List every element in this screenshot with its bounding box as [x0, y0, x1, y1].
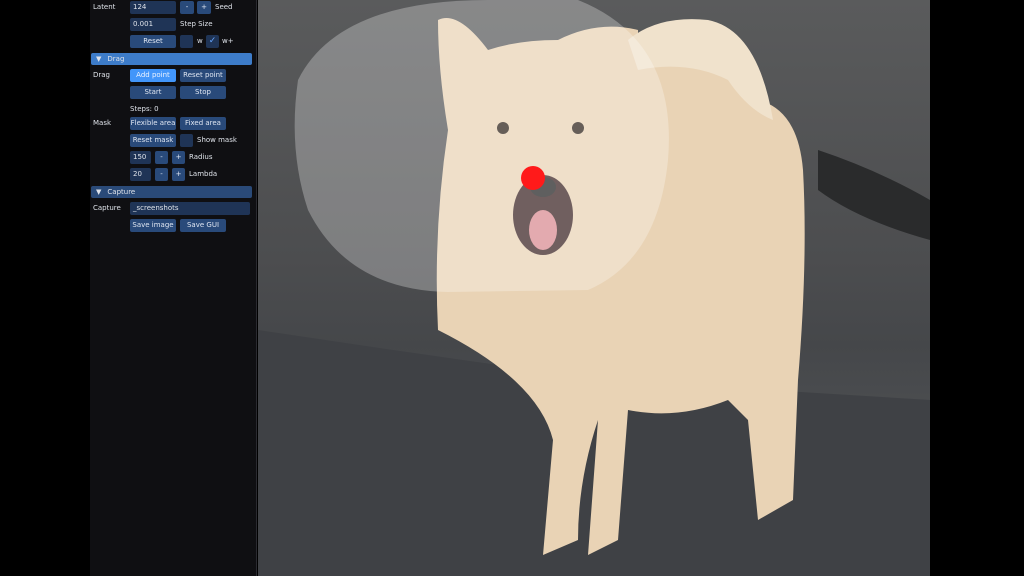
start-button[interactable]: Start [130, 86, 176, 99]
radius-label: Radius [189, 153, 213, 161]
reset-point-button[interactable]: Reset point [180, 69, 226, 82]
step-row: 0.001 Step Size [90, 18, 257, 32]
collapse-triangle-icon: ▼ [96, 55, 102, 63]
latent-label: Latent [93, 3, 116, 11]
w-label: w [197, 37, 203, 45]
start-stop-row: Start Stop [90, 86, 257, 100]
show-mask-checkbox[interactable] [180, 134, 193, 147]
steps-counter: Steps: 0 [130, 105, 159, 113]
lambda-plus-button[interactable]: + [172, 168, 185, 181]
mask-row: Mask Flexible area Fixed area [90, 117, 257, 131]
show-mask-label: Show mask [197, 136, 237, 144]
drag-row: Drag Add point Reset point [90, 69, 257, 83]
save-gui-button[interactable]: Save GUI [180, 219, 226, 232]
seed-input[interactable]: 124 [130, 1, 176, 14]
radius-row: 150 - + Radius [90, 151, 257, 165]
lambda-minus-button[interactable]: - [155, 168, 168, 181]
reset-button[interactable]: Reset [130, 35, 176, 48]
radius-plus-button[interactable]: + [172, 151, 185, 164]
flexible-area-button[interactable]: Flexible area [130, 117, 176, 130]
radius-minus-button[interactable]: - [155, 151, 168, 164]
capture-label: Capture [93, 204, 121, 212]
wplus-label: w+ [222, 37, 234, 45]
seed-minus-button[interactable]: - [180, 1, 194, 14]
capture-header-label: Capture [107, 188, 136, 196]
save-image-button[interactable]: Save image [130, 219, 176, 232]
seed-label: Seed [215, 3, 233, 11]
drag-section-header[interactable]: ▼ Drag [91, 53, 252, 65]
latent-seed-row: Latent 124 - + Seed [90, 1, 257, 15]
image-canvas[interactable] [258, 0, 930, 576]
dog-photo [258, 0, 930, 576]
seed-plus-button[interactable]: + [197, 1, 211, 14]
lambda-label: Lambda [189, 170, 218, 178]
wplus-checkbox[interactable]: ✓ [206, 35, 219, 48]
step-size-label: Step Size [180, 20, 213, 28]
w-checkbox[interactable] [180, 35, 193, 48]
radius-input[interactable]: 150 [130, 151, 151, 164]
mask-label: Mask [93, 119, 112, 127]
steps-row: Steps: 0 [90, 103, 257, 117]
capture-section-header[interactable]: ▼ Capture [91, 186, 252, 198]
reset-mask-button[interactable]: Reset mask [130, 134, 176, 147]
save-row: Save image Save GUI [90, 219, 257, 233]
drag-header-label: Drag [107, 55, 125, 63]
lambda-input[interactable]: 20 [130, 168, 151, 181]
stop-button[interactable]: Stop [180, 86, 226, 99]
mask-region [294, 0, 669, 292]
reset-mask-row: Reset mask Show mask [90, 134, 257, 148]
fixed-area-button[interactable]: Fixed area [180, 117, 226, 130]
reset-row: Reset w ✓ w+ [90, 35, 257, 49]
capture-path-input[interactable]: _screenshots [130, 202, 250, 215]
add-point-button[interactable]: Add point [130, 69, 176, 82]
control-panel: Latent 124 - + Seed 0.001 Step Size Rese… [90, 0, 257, 576]
capture-row: Capture _screenshots [90, 202, 257, 216]
lambda-row: 20 - + Lambda [90, 168, 257, 182]
step-size-input[interactable]: 0.001 [130, 18, 176, 31]
collapse-triangle-icon: ▼ [96, 188, 102, 196]
handle-point-icon[interactable] [521, 166, 545, 190]
drag-label: Drag [93, 71, 111, 79]
